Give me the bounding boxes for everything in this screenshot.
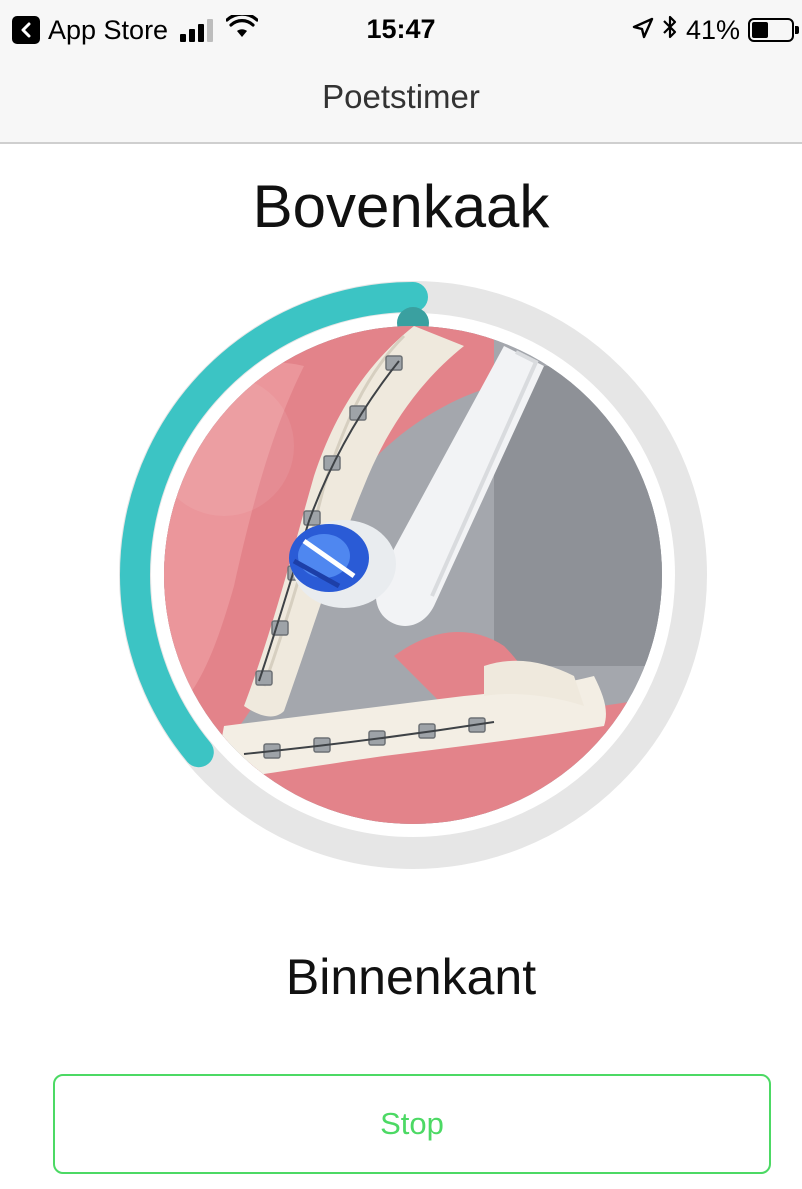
brushing-photo	[164, 326, 662, 824]
position-subtitle: Binnenkant	[285, 949, 537, 1005]
location-icon	[632, 15, 654, 46]
battery-tip	[795, 26, 799, 34]
section-title: Bovenkaak	[252, 173, 550, 240]
teeth-braces-illustration	[164, 326, 662, 824]
status-right: 41%	[624, 14, 799, 47]
brushing-timer	[100, 262, 726, 888]
status-bar: App Store 15:47 41%	[0, 0, 802, 60]
nav-bar: Poetstimer	[0, 60, 802, 144]
stop-button[interactable]: Stop	[53, 1074, 771, 1174]
bluetooth-icon	[662, 14, 678, 47]
battery-fill	[752, 22, 768, 38]
battery-percent: 41%	[685, 14, 740, 45]
nav-title: Poetstimer	[322, 78, 480, 115]
battery-icon	[748, 18, 799, 42]
